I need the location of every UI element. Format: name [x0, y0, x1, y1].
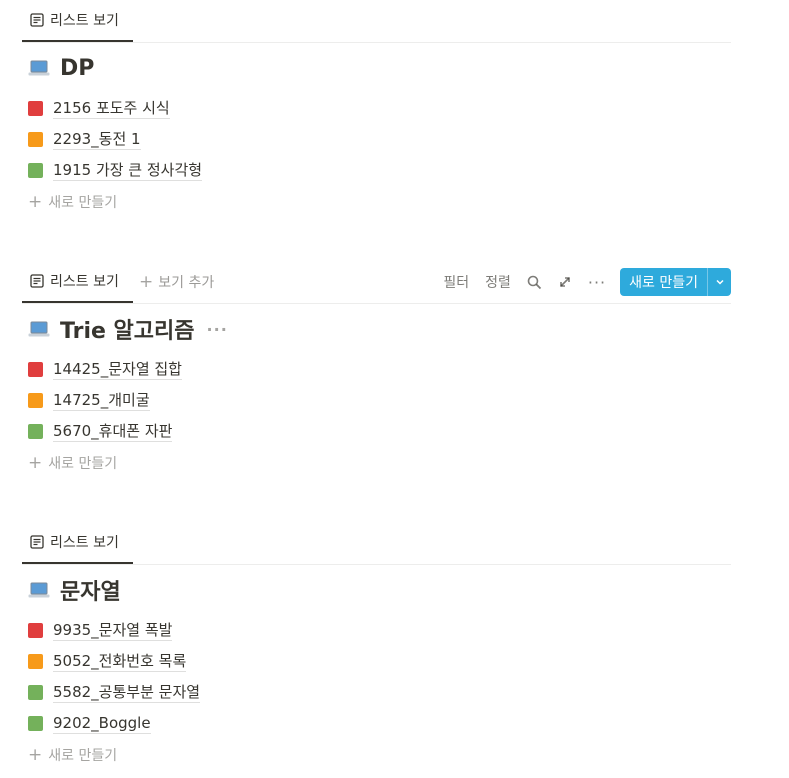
tab-label: 리스트 보기	[50, 274, 119, 290]
view-tab-bar: 리스트 보기	[22, 0, 731, 43]
database-title-text[interactable]: Trie 알고리즘	[60, 313, 195, 345]
more-icon: ···	[587, 272, 607, 292]
new-item-label: 새로 만들기	[48, 455, 118, 472]
database-title-text[interactable]: 문자열	[60, 574, 121, 606]
view-tab-bar: 리스트 보기	[22, 522, 731, 565]
status-color-square	[28, 132, 43, 147]
view-tab-bar: 리스트 보기 + 보기 추가 필터 정렬 ··· 새로 만들기	[22, 261, 731, 304]
tab-label: 리스트 보기	[50, 535, 119, 551]
new-item-button[interactable]: + 새로 만들기	[22, 186, 731, 217]
list-item[interactable]: 14425_문자열 집합	[22, 354, 731, 385]
list-item-label: 9935_문자열 폭발	[53, 621, 173, 641]
list-item[interactable]: 2156 포도주 시식	[22, 93, 731, 124]
status-color-square	[28, 716, 43, 731]
laptop-icon	[28, 60, 50, 76]
filter-button[interactable]: 필터	[443, 272, 469, 292]
list-item-label: 9202_Boggle	[53, 714, 151, 734]
sort-button[interactable]: 정렬	[485, 272, 511, 292]
status-color-square	[28, 623, 43, 638]
list-view-icon	[30, 535, 44, 549]
plus-icon: +	[28, 191, 43, 212]
new-item-button[interactable]: + 새로 만들기	[22, 739, 731, 770]
list-item[interactable]: 5582_공통부분 문자열	[22, 677, 731, 708]
add-view-label: 보기 추가	[158, 275, 215, 291]
status-color-square	[28, 654, 43, 669]
chevron-down-icon	[715, 279, 724, 285]
plus-icon: +	[28, 452, 43, 473]
list-item[interactable]: 9935_문자열 폭발	[22, 615, 731, 646]
expand-icon	[560, 277, 570, 287]
database-title: 문자열	[22, 565, 731, 615]
tab-list-view[interactable]: 리스트 보기	[22, 261, 133, 303]
database-title: DP	[22, 43, 731, 93]
plus-icon: +	[139, 272, 154, 292]
status-color-square	[28, 393, 43, 408]
new-record-button-group: 새로 만들기	[620, 268, 731, 296]
status-color-square	[28, 685, 43, 700]
list-item[interactable]: 2293_동전 1	[22, 124, 731, 155]
tab-list-view[interactable]: 리스트 보기	[22, 0, 133, 42]
list-item-label: 14725_개미굴	[53, 391, 150, 411]
list-item[interactable]: 14725_개미굴	[22, 385, 731, 416]
new-record-button[interactable]: 새로 만들기	[620, 268, 707, 296]
list-item-label: 5670_휴대폰 자판	[53, 422, 173, 442]
database-title: Trie 알고리즘 ···	[22, 304, 731, 354]
search-icon	[527, 275, 542, 289]
list-item-label: 5052_전화번호 목록	[53, 652, 187, 672]
list-item-label: 14425_문자열 집합	[53, 360, 182, 380]
laptop-icon	[28, 582, 50, 598]
title-more-icon[interactable]: ···	[207, 320, 228, 339]
list-item-label: 1915 가장 큰 정사각형	[53, 161, 203, 181]
list-view-icon	[30, 13, 44, 27]
database-toolbar: 필터 정렬 ··· 새로 만들기	[427, 261, 731, 303]
status-color-square	[28, 163, 43, 178]
add-view-button[interactable]: + 보기 추가	[139, 261, 214, 303]
plus-icon: +	[28, 744, 43, 765]
list-item[interactable]: 9202_Boggle	[22, 708, 731, 739]
tab-label: 리스트 보기	[50, 13, 119, 29]
list-item[interactable]: 5670_휴대폰 자판	[22, 416, 731, 447]
section-string: 리스트 보기 문자열 9935_문자열 폭발 5052_전화번호 목록 5582…	[22, 522, 731, 770]
new-record-dropdown[interactable]	[707, 268, 731, 296]
list-item[interactable]: 1915 가장 큰 정사각형	[22, 155, 731, 186]
more-button[interactable]: ···	[588, 273, 606, 292]
list-item-label: 2156 포도주 시식	[53, 99, 170, 119]
status-color-square	[28, 424, 43, 439]
laptop-icon	[28, 321, 50, 337]
database-title-text[interactable]: DP	[60, 56, 94, 81]
new-item-button[interactable]: + 새로 만들기	[22, 447, 731, 478]
tab-list-view[interactable]: 리스트 보기	[22, 522, 133, 564]
search-button[interactable]	[527, 275, 542, 290]
list-item[interactable]: 5052_전화번호 목록	[22, 646, 731, 677]
list-item-label: 2293_동전 1	[53, 130, 141, 150]
list-item-label: 5582_공통부분 문자열	[53, 683, 201, 703]
status-color-square	[28, 101, 43, 116]
status-color-square	[28, 362, 43, 377]
section-dp: 리스트 보기 DP 2156 포도주 시식 2293_동전 1 1915 가장 …	[22, 0, 731, 217]
section-trie: 리스트 보기 + 보기 추가 필터 정렬 ··· 새로 만들기 Trie 알고리…	[22, 261, 731, 478]
new-item-label: 새로 만들기	[48, 747, 118, 764]
list-view-icon	[30, 274, 44, 288]
new-item-label: 새로 만들기	[48, 194, 118, 211]
expand-button[interactable]	[558, 275, 572, 289]
